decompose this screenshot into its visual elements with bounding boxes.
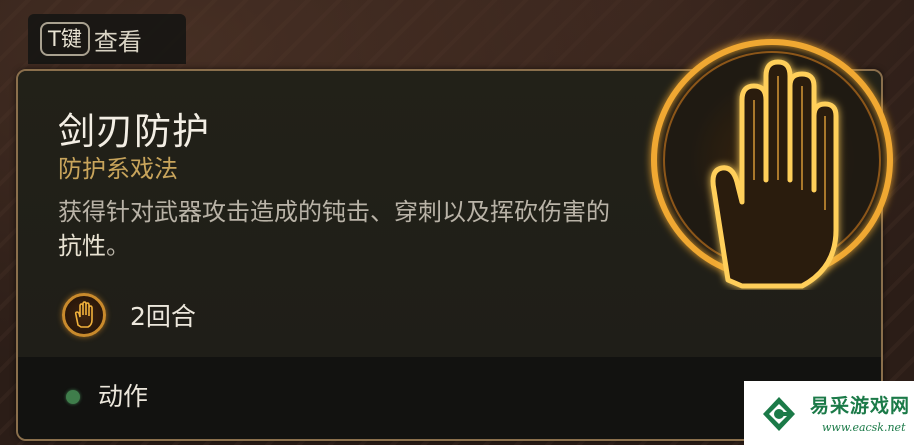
spell-school: 防护系戏法	[58, 155, 178, 183]
action-cost-icon	[66, 390, 80, 404]
duration-hand-icon	[62, 293, 106, 337]
game-background: T键 查看 剑刃防护 防护系戏法 获得针对武器攻击造成的钝击、穿刺以及挥砍伤害的…	[0, 0, 914, 445]
site-watermark: 易采游戏网 www.eacsk.net	[744, 381, 914, 445]
key-hint: T键 查看	[28, 14, 186, 64]
key-hint-action: 查看	[93, 27, 142, 56]
spell-description: 获得针对武器攻击造成的钝击、穿刺以及挥砍伤害的抗性。	[58, 195, 618, 263]
spell-title: 剑刃防护	[58, 110, 210, 153]
watermark-name: 易采游戏网	[810, 395, 911, 417]
watermark-logo-icon	[760, 395, 798, 433]
action-cost-text: 动作	[98, 382, 149, 411]
description-keyword[interactable]: 抗性	[58, 232, 106, 260]
description-text: 获得针对武器攻击造成的钝击、穿刺以及挥砍伤害的	[58, 198, 610, 226]
key-cap-t: T键	[40, 22, 90, 56]
description-end: 。	[106, 232, 130, 260]
watermark-url: www.eacsk.net	[822, 421, 906, 434]
duration-text: 2回合	[130, 302, 196, 331]
glowing-hand-icon	[642, 30, 902, 290]
